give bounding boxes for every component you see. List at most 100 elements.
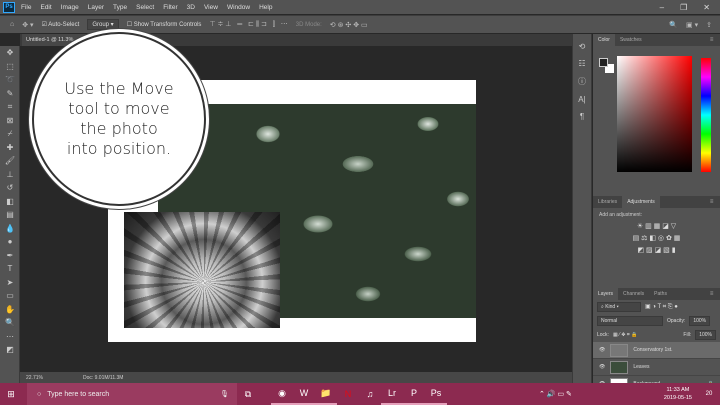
layer-row[interactable]: 👁 Conservatory 1st. bbox=[593, 342, 720, 359]
photoshop-taskbar-icon[interactable]: Ps bbox=[425, 383, 447, 405]
taskbar-search[interactable]: ○ Type here to search 🎙 bbox=[27, 383, 237, 405]
filter-icons[interactable]: ▣ ◑ T ⌗ ⎘ ● bbox=[645, 303, 678, 311]
color-panel bbox=[593, 46, 720, 196]
move-tool-icon[interactable]: ✥ ▾ bbox=[22, 21, 33, 29]
eraser-tool-icon[interactable]: ◧ bbox=[0, 195, 20, 209]
more-tools-icon[interactable]: ⋯ bbox=[0, 330, 20, 344]
color-picker-field[interactable] bbox=[617, 56, 692, 172]
shape-tool-icon[interactable]: ▭ bbox=[0, 289, 20, 303]
group-select[interactable]: Group ▾ bbox=[87, 19, 119, 30]
auto-select-checkbox[interactable]: ☑ Auto-Select bbox=[42, 21, 80, 28]
visibility-icon[interactable]: 👁 bbox=[599, 364, 605, 370]
menu-layer[interactable]: Layer bbox=[88, 4, 104, 11]
opacity-input[interactable]: 100% bbox=[689, 316, 711, 326]
adjustment-icons-row-2[interactable]: ▤ ⚖ ◧ ◎ ✿ ▦ bbox=[599, 234, 714, 242]
tab-channels[interactable]: Channels bbox=[618, 288, 649, 300]
align-icons[interactable]: ⊤ ≑ ⊥ ═ ⊏ ⫼ ⊐ ⫿ ⋯ bbox=[209, 20, 287, 29]
tab-libraries[interactable]: Libraries bbox=[593, 196, 622, 208]
tab-swatches[interactable]: Swatches bbox=[615, 34, 647, 46]
brush-tool-icon[interactable]: 🖌 bbox=[0, 154, 20, 168]
conservatory-photo[interactable] bbox=[124, 212, 280, 328]
blur-tool-icon[interactable]: 💧 bbox=[0, 222, 20, 236]
pen-tool-icon[interactable]: ✒ bbox=[0, 249, 20, 263]
layer-row[interactable]: 👁 Leaves bbox=[593, 359, 720, 376]
adjustment-icons-row-1[interactable]: ☀ ▥ ▦ ◪ ▽ bbox=[599, 222, 714, 230]
menu-type[interactable]: Type bbox=[113, 4, 127, 11]
menu-file[interactable]: File bbox=[21, 4, 31, 11]
workspace-icon[interactable]: ▣ ▾ bbox=[686, 21, 698, 29]
search-icon[interactable]: 🔍 bbox=[669, 21, 678, 29]
tab-adjustments[interactable]: Adjustments bbox=[622, 196, 660, 208]
history-icon[interactable]: ⟲ bbox=[573, 42, 591, 51]
itunes-icon[interactable]: ♫ bbox=[359, 383, 381, 405]
hand-tool-icon[interactable]: ✋ bbox=[0, 303, 20, 317]
foreground-color[interactable] bbox=[599, 58, 608, 67]
marquee-tool-icon[interactable]: ⬚ bbox=[0, 60, 20, 74]
chrome-icon[interactable]: ◉ bbox=[271, 383, 293, 405]
layer-name: Leaves bbox=[633, 364, 650, 370]
quick-select-tool-icon[interactable]: ✎ bbox=[0, 87, 20, 101]
tab-paths[interactable]: Paths bbox=[649, 288, 672, 300]
panel-menu-icon[interactable]: ≡ bbox=[705, 34, 720, 46]
zoom-tool-icon[interactable]: 🔍 bbox=[0, 316, 20, 330]
kind-filter[interactable]: ⌕ Kind ▾ bbox=[597, 302, 641, 312]
menu-help[interactable]: Help bbox=[259, 4, 272, 11]
layers-panel-tabs: Layers Channels Paths ≡ bbox=[593, 288, 720, 300]
blend-mode-select[interactable]: Normal bbox=[597, 316, 663, 326]
lasso-tool-icon[interactable]: ➰ bbox=[0, 73, 20, 87]
properties-icon[interactable]: ☷ bbox=[573, 59, 591, 68]
color-swatches-icon[interactable]: ◩ bbox=[0, 343, 20, 357]
clock[interactable]: 11:33 AM 2019-05-15 bbox=[664, 386, 692, 402]
minimize-icon[interactable]: – bbox=[660, 3, 664, 12]
tray-icons[interactable]: ⌃ 🔊 ▭ ✎ bbox=[510, 383, 600, 405]
move-tool-icon[interactable]: ✥ bbox=[0, 46, 20, 60]
close-icon[interactable]: ✕ bbox=[703, 3, 710, 12]
word-icon[interactable]: W bbox=[293, 383, 315, 405]
gradient-tool-icon[interactable]: ▤ bbox=[0, 208, 20, 222]
healing-tool-icon[interactable]: ✚ bbox=[0, 141, 20, 155]
restore-icon[interactable]: ❐ bbox=[680, 3, 687, 12]
menu-view[interactable]: View bbox=[204, 4, 218, 11]
visibility-icon[interactable]: 👁 bbox=[599, 347, 605, 353]
menu-filter[interactable]: Filter bbox=[163, 4, 177, 11]
powerpoint-icon[interactable]: P bbox=[403, 383, 425, 405]
type-tool-icon[interactable]: T bbox=[0, 262, 20, 276]
stamp-tool-icon[interactable]: ⊥ bbox=[0, 168, 20, 182]
file-explorer-icon[interactable]: 📁 bbox=[315, 383, 337, 405]
lightroom-icon[interactable]: Lr bbox=[381, 383, 403, 405]
start-icon[interactable]: ⊞ bbox=[0, 383, 22, 405]
path-select-tool-icon[interactable]: ➤ bbox=[0, 276, 20, 290]
panel-menu-icon[interactable]: ≡ bbox=[705, 196, 720, 208]
info-icon[interactable]: ⓘ bbox=[573, 76, 591, 87]
tab-layers[interactable]: Layers bbox=[593, 288, 619, 300]
notifications-icon[interactable]: 20 bbox=[698, 383, 720, 405]
menu-3d[interactable]: 3D bbox=[187, 4, 195, 11]
panel-menu-icon[interactable]: ≡ bbox=[705, 288, 720, 300]
frame-tool-icon[interactable]: ⊠ bbox=[0, 114, 20, 128]
hue-slider[interactable] bbox=[701, 58, 711, 172]
tab-color[interactable]: Color bbox=[593, 34, 615, 46]
microphone-icon[interactable]: 🎙 bbox=[220, 390, 229, 398]
history-brush-icon[interactable]: ↺ bbox=[0, 181, 20, 195]
eyedropper-tool-icon[interactable]: ⌿ bbox=[0, 127, 20, 141]
show-transform-checkbox[interactable]: ☐ Show Transform Controls bbox=[127, 21, 202, 28]
adjustment-icons-row-3[interactable]: ◩ ▨ ◪ ▧ ▮ bbox=[599, 246, 714, 254]
menu-select[interactable]: Select bbox=[136, 4, 154, 11]
paragraph-icon[interactable]: ¶ bbox=[573, 112, 591, 121]
menu-window[interactable]: Window bbox=[227, 4, 250, 11]
3d-icons[interactable]: ⟲ ⊛ ✣ ✥ ▭ bbox=[330, 21, 368, 29]
dodge-tool-icon[interactable]: ● bbox=[0, 235, 20, 249]
menu-image[interactable]: Image bbox=[61, 4, 79, 11]
netflix-icon[interactable]: N bbox=[337, 383, 359, 405]
menu-edit[interactable]: Edit bbox=[40, 4, 51, 11]
crop-tool-icon[interactable]: ⌗ bbox=[0, 100, 20, 114]
fill-input[interactable]: 100% bbox=[695, 330, 716, 340]
character-icon[interactable]: A| bbox=[573, 95, 591, 104]
task-view-icon[interactable]: ⧉ bbox=[237, 383, 259, 405]
zoom-level[interactable]: 22.71% bbox=[26, 375, 43, 381]
lock-icons[interactable]: ▦ ⁄ ✥ ⌗ 🔒 bbox=[613, 332, 637, 338]
adjustments-panel-tabs: Libraries Adjustments ≡ bbox=[593, 196, 720, 208]
home-icon[interactable]: ⌂ bbox=[10, 21, 14, 28]
adjustments-panel: Add an adjustment: ☀ ▥ ▦ ◪ ▽ ▤ ⚖ ◧ ◎ ✿ ▦… bbox=[593, 208, 720, 288]
share-icon[interactable]: ⇪ bbox=[706, 21, 712, 29]
